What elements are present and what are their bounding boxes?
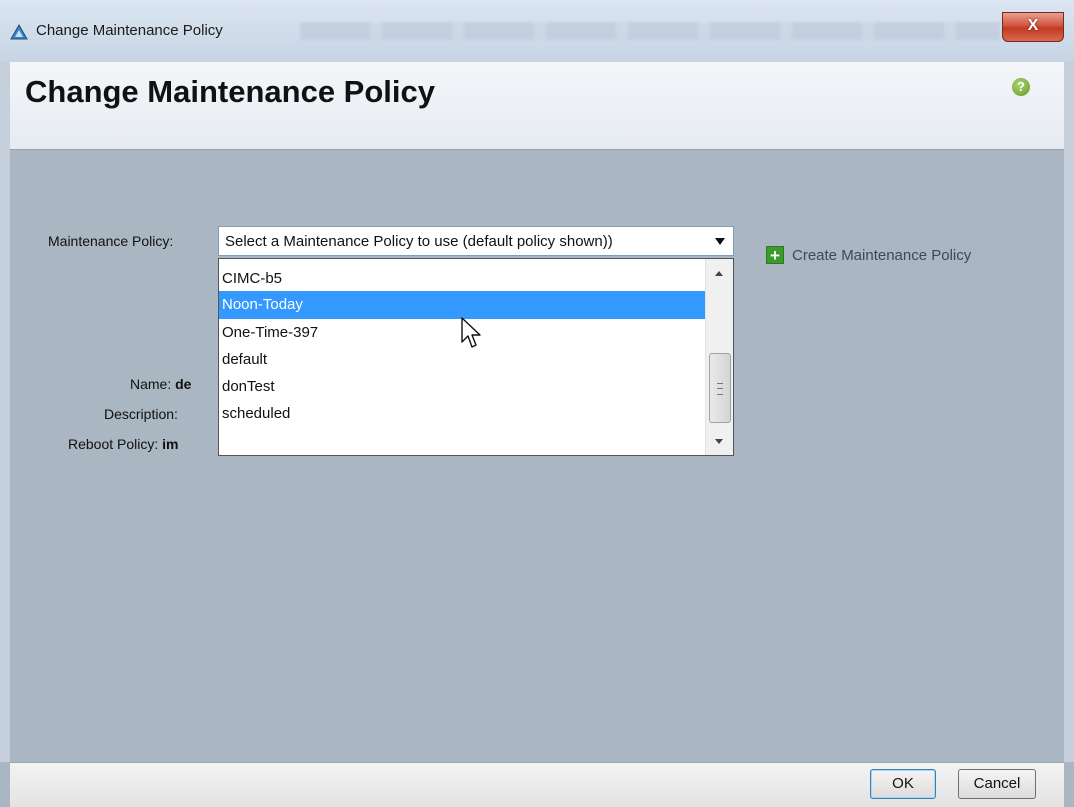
left-frame-edge [0, 62, 10, 762]
cisco-app-icon [10, 24, 28, 40]
grip-icon [717, 383, 723, 395]
dialog-header: Change Maintenance Policy ? [10, 62, 1064, 150]
list-item-scheduled[interactable]: scheduled [219, 400, 705, 428]
list-item-default[interactable]: default [219, 346, 705, 374]
create-maintenance-policy-link[interactable]: + Create Maintenance Policy [766, 244, 971, 266]
dropdown-scrollbar[interactable] [705, 259, 733, 455]
dialog-footer: OK Cancel [10, 762, 1064, 807]
chevron-down-icon[interactable] [715, 238, 725, 245]
plus-icon: + [766, 246, 784, 265]
maintenance-policy-label: Maintenance Policy: [48, 233, 174, 249]
right-frame-edge [1064, 62, 1074, 762]
maintenance-policy-select[interactable]: Select a Maintenance Policy to use (defa… [218, 226, 734, 256]
reboot-policy-value: im [162, 436, 179, 452]
scroll-thumb[interactable] [709, 353, 731, 423]
title-bar[interactable]: Change Maintenance Policy X [0, 0, 1074, 62]
list-item-cimc-b5[interactable]: CIMC-b5 [219, 265, 705, 293]
cancel-button[interactable]: Cancel [958, 769, 1036, 799]
help-icon[interactable]: ? [1012, 78, 1030, 96]
scroll-down-icon[interactable] [715, 439, 723, 444]
create-maintenance-policy-label: Create Maintenance Policy [792, 246, 972, 264]
list-item-noon-today[interactable]: Noon-Today [219, 291, 705, 319]
mouse-cursor-icon [461, 317, 481, 348]
dialog-window: Change Maintenance Policy X Change Maint… [0, 0, 1074, 807]
name-label: Name: [130, 376, 172, 392]
close-icon: X [1027, 17, 1039, 34]
reboot-policy-label: Reboot Policy: [68, 436, 159, 452]
description-label: Description: [104, 406, 178, 422]
scroll-up-icon[interactable] [715, 271, 723, 276]
name-value: de [175, 376, 192, 392]
page-title: Change Maintenance Policy [25, 74, 435, 109]
reboot-policy-row: Reboot Policy: im [68, 436, 179, 452]
select-value: Select a Maintenance Policy to use (defa… [225, 233, 613, 250]
policy-dropdown-list[interactable]: CIMC-b5 Noon-Today One-Time-397 default … [218, 258, 734, 456]
name-row: Name: de [130, 376, 191, 392]
background-taskbar-blur [300, 22, 1000, 40]
ok-button[interactable]: OK [870, 769, 936, 799]
close-button[interactable]: X [1002, 12, 1064, 42]
list-item-dontest[interactable]: donTest [219, 373, 705, 401]
window-title: Change Maintenance Policy [36, 22, 223, 39]
